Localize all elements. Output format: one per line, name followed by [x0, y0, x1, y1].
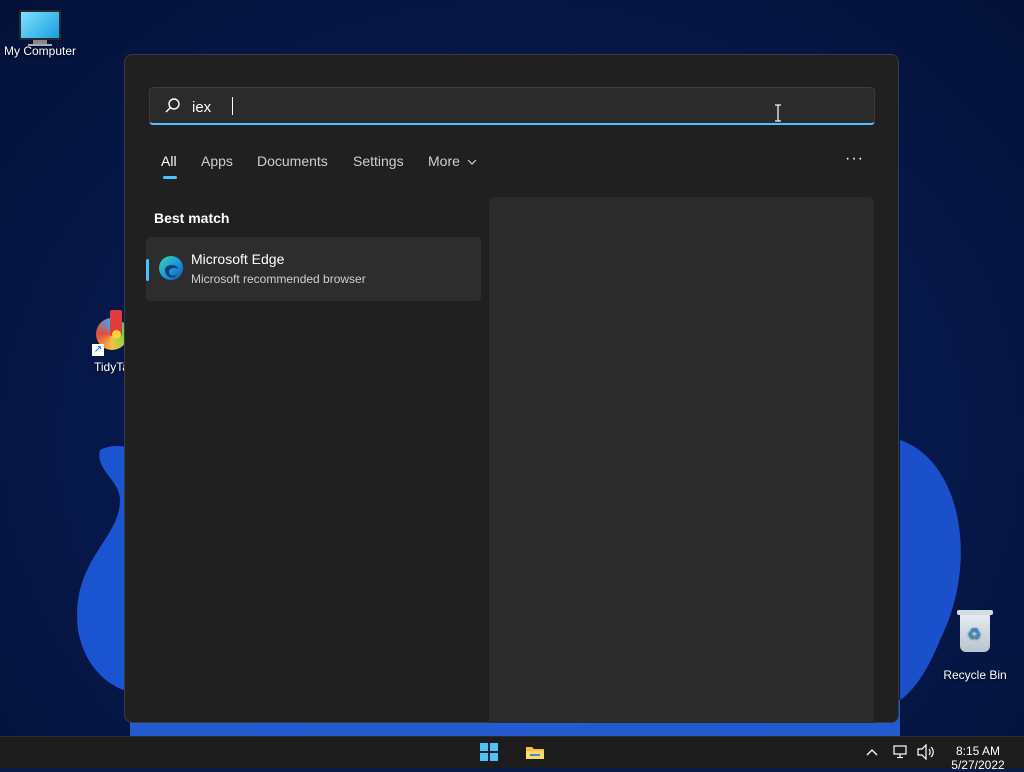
- best-match-header: Best match: [154, 210, 230, 226]
- desktop-icon-label: My Computer: [3, 44, 77, 58]
- search-icon: [165, 98, 180, 113]
- shortcut-arrow-icon: ↗: [92, 344, 104, 356]
- monitor-icon: [19, 10, 61, 46]
- search-input[interactable]: [190, 94, 854, 120]
- tab-all[interactable]: All: [161, 153, 177, 169]
- taskbar: 8:15 AM 5/27/2022: [0, 736, 1024, 772]
- show-hidden-icons-chevron-icon[interactable]: [866, 747, 878, 759]
- volume-icon[interactable]: [917, 744, 935, 760]
- desktop-icon-recycle-bin[interactable]: ♻ Recycle Bin: [940, 610, 1010, 682]
- tab-documents[interactable]: Documents: [257, 153, 328, 169]
- tab-apps[interactable]: Apps: [201, 153, 233, 169]
- selection-accent: [146, 259, 149, 281]
- clock-time: 8:15 AM: [955, 744, 1001, 758]
- folder-icon[interactable]: [526, 745, 544, 759]
- clock-date: 5/27/2022: [951, 758, 1005, 772]
- result-subtitle: Microsoft recommended browser: [191, 272, 366, 286]
- ibeam-cursor-icon: [775, 104, 781, 122]
- network-icon[interactable]: [893, 745, 909, 759]
- active-tab-indicator: [163, 176, 177, 179]
- desktop-icon-label: Recycle Bin: [943, 668, 1007, 682]
- tab-settings[interactable]: Settings: [353, 153, 404, 169]
- edge-icon: [159, 256, 183, 280]
- more-options-button[interactable]: ···: [845, 150, 864, 168]
- search-result-microsoft-edge[interactable]: Microsoft Edge Microsoft recommended bro…: [146, 237, 481, 301]
- tab-more[interactable]: More: [428, 153, 477, 169]
- tab-more-label: More: [428, 153, 460, 169]
- search-panel: All Apps Documents Settings More ··· Bes…: [124, 54, 899, 723]
- desktop-icon-my-computer[interactable]: My Computer: [0, 0, 80, 58]
- chevron-down-icon: [467, 159, 477, 165]
- recycle-bin-icon: ♻: [957, 610, 993, 652]
- search-box[interactable]: [149, 87, 875, 125]
- windows-start-icon[interactable]: [480, 743, 500, 763]
- result-title: Microsoft Edge: [191, 251, 285, 267]
- text-caret: [232, 97, 233, 115]
- result-preview-pane: [489, 197, 874, 723]
